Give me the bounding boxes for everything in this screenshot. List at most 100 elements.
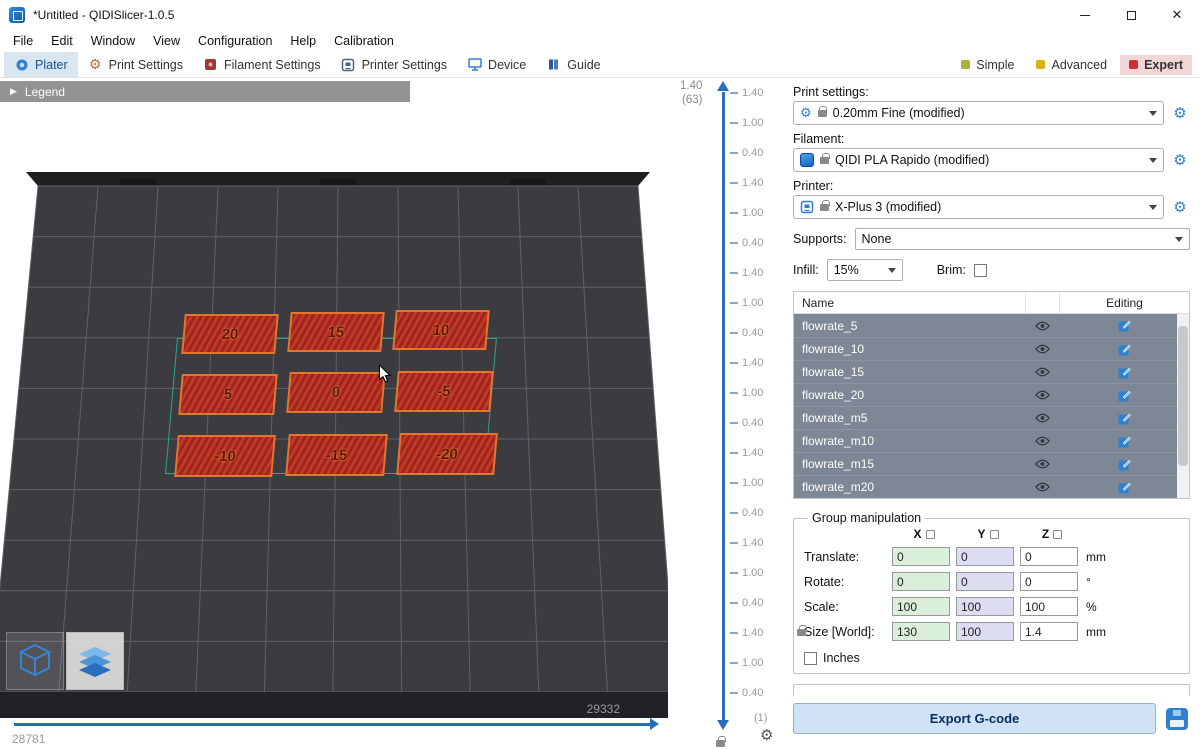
layer-lock-icon[interactable] <box>716 740 725 747</box>
mode-simple[interactable]: Simple <box>952 55 1023 75</box>
z-value-field[interactable]: 1.4 <box>1020 622 1078 641</box>
axis-toggle-icon[interactable] <box>1053 530 1062 539</box>
edit-icon[interactable] <box>1059 435 1189 448</box>
move-slider[interactable] <box>14 723 650 726</box>
eye-icon[interactable] <box>1025 459 1059 469</box>
object-row[interactable]: flowrate_20 <box>794 383 1189 406</box>
menu-item[interactable]: Configuration <box>189 30 281 52</box>
edit-icon[interactable] <box>1059 389 1189 402</box>
unit-label: mm <box>1086 550 1106 564</box>
plate-object[interactable]: 20 <box>181 314 278 354</box>
y-value-field[interactable]: 100 <box>956 622 1014 641</box>
plate-object[interactable]: 5 <box>178 374 278 415</box>
plate-object[interactable]: 10 <box>392 310 489 350</box>
y-value-field[interactable]: 100 <box>956 597 1014 616</box>
legend-bar[interactable]: ▶ Legend <box>0 81 410 102</box>
edit-icon[interactable] <box>1059 366 1189 379</box>
plate-object[interactable]: -20 <box>396 433 498 475</box>
inches-checkbox[interactable] <box>804 652 817 665</box>
object-row[interactable]: flowrate_15 <box>794 360 1189 383</box>
y-value-field[interactable]: 0 <box>956 572 1014 591</box>
eye-icon[interactable] <box>1025 413 1059 423</box>
tab-device[interactable]: Device <box>457 52 536 77</box>
axis-toggle-icon[interactable] <box>990 530 999 539</box>
eye-icon[interactable] <box>1025 321 1059 331</box>
close-button[interactable]: ✕ <box>1154 0 1200 30</box>
layer-tick: 0.40 <box>730 498 763 528</box>
object-row[interactable]: flowrate_m5 <box>794 406 1189 429</box>
print-settings-combo[interactable]: ⚙ 0.20mm Fine (modified) <box>793 101 1164 125</box>
x-value-field[interactable]: 0 <box>892 572 950 591</box>
export-gcode-button[interactable]: Export G-code <box>793 703 1156 734</box>
eye-icon[interactable] <box>1025 344 1059 354</box>
x-value-field[interactable]: 0 <box>892 547 950 566</box>
3d-viewport[interactable]: ▶ Legend 20 15 10 5 0 -5 -10 -15 -20 <box>0 78 668 750</box>
edit-icon[interactable] <box>1059 481 1189 494</box>
menu-item[interactable]: View <box>144 30 189 52</box>
manipulation-label: Translate: <box>804 550 892 564</box>
mode-expert[interactable]: Expert <box>1120 55 1192 75</box>
tab-printer-settings[interactable]: Printer Settings <box>331 52 457 77</box>
supports-combo[interactable]: None <box>855 228 1190 250</box>
x-value-field[interactable]: 100 <box>892 597 950 616</box>
z-value-field[interactable]: 0 <box>1020 547 1078 566</box>
menu-item[interactable]: Calibration <box>325 30 403 52</box>
y-value-field[interactable]: 0 <box>956 547 1014 566</box>
plate-object[interactable]: -15 <box>285 434 388 476</box>
edit-icon[interactable] <box>1059 412 1189 425</box>
scrollbar-thumb[interactable] <box>1178 326 1188 466</box>
menu-item[interactable]: Edit <box>42 30 82 52</box>
edit-icon[interactable] <box>1059 319 1189 332</box>
x-value-field[interactable]: 130 <box>892 622 950 641</box>
tab-filament-settings[interactable]: Filament Settings <box>193 52 331 77</box>
eye-icon[interactable] <box>1025 436 1059 446</box>
brim-checkbox[interactable] <box>974 264 987 277</box>
layer-settings-gear-icon[interactable]: ⚙ <box>760 726 773 744</box>
move-slider-arrow[interactable] <box>650 718 659 730</box>
object-row[interactable]: flowrate_m20 <box>794 475 1189 498</box>
eye-icon[interactable] <box>1025 390 1059 400</box>
plate-object[interactable]: 0 <box>286 372 386 413</box>
send-to-printer-icon[interactable] <box>1164 706 1190 732</box>
filament-gear-button[interactable]: ⚙ <box>1170 151 1190 169</box>
layer-slider[interactable] <box>722 92 725 720</box>
uniform-scale-lock-icon[interactable] <box>797 629 806 636</box>
tab-print-settings[interactable]: ⚙ Print Settings <box>78 52 193 77</box>
menu-item[interactable]: Help <box>281 30 325 52</box>
edit-icon[interactable] <box>1059 458 1189 471</box>
object-row[interactable]: flowrate_m10 <box>794 429 1189 452</box>
infill-combo[interactable]: 15% <box>827 259 903 281</box>
object-list-scrollbar[interactable] <box>1177 314 1189 498</box>
tab-guide[interactable]: Guide <box>536 52 610 77</box>
printer-combo[interactable]: X-Plus 3 (modified) <box>793 195 1164 219</box>
menu-item[interactable]: File <box>4 30 42 52</box>
object-row[interactable]: flowrate_m15 <box>794 452 1189 475</box>
menu-item[interactable]: Window <box>82 30 144 52</box>
edit-icon[interactable] <box>1059 343 1189 356</box>
plate-object[interactable]: 15 <box>287 312 384 352</box>
layer-tick: 0.40 <box>730 408 763 438</box>
mode-advanced[interactable]: Advanced <box>1027 55 1116 75</box>
layer-slider-top-handle[interactable] <box>717 81 729 91</box>
object-row[interactable]: flowrate_10 <box>794 337 1189 360</box>
layer-slider-bottom-handle[interactable] <box>717 720 729 730</box>
axis-toggle-icon[interactable] <box>926 530 935 539</box>
eye-icon[interactable] <box>1025 367 1059 377</box>
object-label: -10 <box>213 448 236 465</box>
minimize-button[interactable] <box>1062 0 1108 30</box>
eye-icon[interactable] <box>1025 482 1059 492</box>
editor-view-button[interactable] <box>6 632 64 690</box>
tab-plater[interactable]: Plater <box>4 52 78 77</box>
maximize-icon <box>1127 11 1136 20</box>
filament-combo[interactable]: QIDI PLA Rapido (modified) <box>793 148 1164 172</box>
chevron-down-icon <box>1149 158 1157 163</box>
z-value-field[interactable]: 100 <box>1020 597 1078 616</box>
printer-gear-button[interactable]: ⚙ <box>1170 198 1190 216</box>
preview-view-button[interactable] <box>66 632 124 690</box>
z-value-field[interactable]: 0 <box>1020 572 1078 591</box>
print-settings-gear-button[interactable]: ⚙ <box>1170 104 1190 122</box>
plate-object[interactable]: -5 <box>394 371 494 412</box>
plate-object[interactable]: -10 <box>174 435 276 477</box>
object-row[interactable]: flowrate_5 <box>794 314 1189 337</box>
maximize-button[interactable] <box>1108 0 1154 30</box>
